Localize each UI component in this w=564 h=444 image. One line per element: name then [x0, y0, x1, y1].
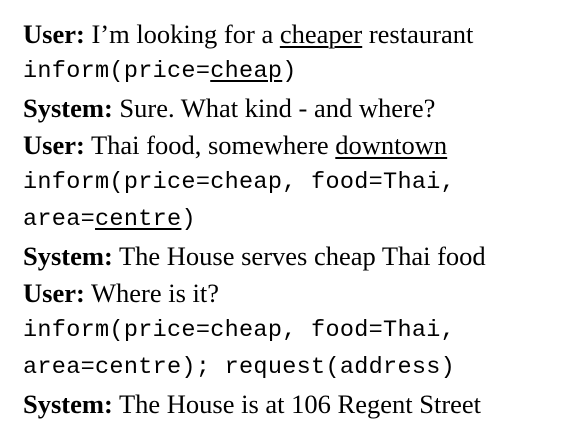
underlined-span: downtown: [335, 130, 448, 160]
system-utterance-3: System: The House is at 106 Regent Stree…: [23, 386, 553, 423]
dialog-act-text: area=: [23, 206, 96, 233]
system-utterance-1: System: Sure. What kind - and where?: [23, 90, 553, 127]
speaker-label: System:: [23, 389, 113, 419]
speaker-label: User:: [23, 130, 85, 160]
dialog-act-text: ): [181, 206, 196, 233]
dialog-act-text: ): [282, 58, 297, 85]
dialog-act-3-line-1: inform(price=cheap, food=Thai,: [23, 312, 553, 349]
underlined-slot-value: cheap: [210, 58, 283, 85]
dialog-act-3-line-2: area=centre); request(address): [23, 349, 553, 386]
utterance-text: Sure. What kind - and where?: [119, 93, 436, 123]
dialog-act-2-line-2: area=centre): [23, 201, 553, 238]
utterance-text: I’m looking for a: [91, 19, 274, 49]
utterance-text: Thai food, somewhere: [90, 130, 329, 160]
dialog-act-1: inform(price=cheap): [23, 53, 553, 90]
dialog-act-text: inform(price=cheap, food=Thai,: [23, 317, 456, 344]
system-utterance-2: System: The House serves cheap Thai food: [23, 238, 553, 275]
utterance-text: The House serves cheap Thai food: [118, 241, 486, 271]
speaker-label: User:: [23, 278, 85, 308]
speaker-label: User:: [23, 19, 85, 49]
dialog-example: User: I’m looking for a cheaper restaura…: [23, 16, 553, 423]
utterance-text: Where is it?: [90, 278, 219, 308]
underlined-span: cheaper: [279, 19, 363, 49]
dialog-act-2-line-1: inform(price=cheap, food=Thai,: [23, 164, 553, 201]
user-utterance-2: User: Thai food, somewhere downtown: [23, 127, 553, 164]
user-utterance-3: User: Where is it?: [23, 275, 553, 312]
dialog-act-text: inform(price=cheap, food=Thai,: [23, 169, 456, 196]
dialog-act-text: inform(price=: [23, 58, 211, 85]
speaker-label: System:: [23, 241, 113, 271]
utterance-text: restaurant: [368, 19, 474, 49]
underlined-slot-value: centre: [95, 206, 182, 233]
speaker-label: System:: [23, 93, 113, 123]
dialog-act-text: area=centre); request(address): [23, 354, 456, 381]
utterance-text: The House is at 106 Regent Street: [118, 389, 482, 419]
user-utterance-1: User: I’m looking for a cheaper restaura…: [23, 16, 553, 53]
